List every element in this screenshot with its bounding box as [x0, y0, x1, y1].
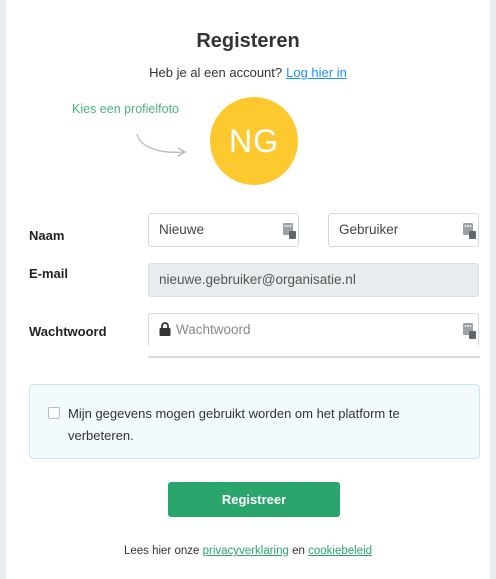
login-link[interactable]: Log hier in — [286, 65, 347, 80]
lock-icon — [159, 322, 171, 336]
login-prompt: Heb je al een account? Log hier in — [0, 65, 496, 80]
email-value: nieuwe.gebruiker@organisatie.nl — [159, 272, 356, 287]
page-title: Registeren — [196, 30, 300, 52]
password-manager-icon[interactable] — [463, 223, 476, 239]
last-name-field[interactable]: Gebruiker — [328, 213, 479, 247]
first-name-field[interactable]: Nieuwe — [148, 213, 299, 247]
last-name-value: Gebruiker — [339, 222, 399, 237]
footer-prefix: Lees hier onze — [123, 545, 200, 557]
name-label: Naam — [29, 228, 65, 243]
cookie-link[interactable]: cookiebeleid — [308, 545, 372, 557]
footer-legal: Lees hier onze privacyverklaring en cook… — [0, 545, 496, 557]
profile-photo-hint: Kies een profielfoto — [72, 102, 180, 116]
register-button[interactable]: Registreer — [168, 482, 340, 517]
password-placeholder: Wachtwoord — [176, 322, 251, 337]
password-label: Wachtwoord — [29, 324, 107, 339]
curved-arrow-icon — [136, 133, 187, 157]
email-field: nieuwe.gebruiker@organisatie.nl — [148, 263, 479, 297]
consent-text: Mijn gegevens mogen gebruikt worden om h… — [68, 406, 400, 443]
first-name-value: Nieuwe — [159, 222, 205, 237]
password-field[interactable]: Wachtwoord — [148, 313, 479, 347]
footer-conjunction: en — [292, 545, 305, 557]
password-manager-icon[interactable] — [463, 323, 476, 339]
email-label: E-mail — [29, 266, 69, 281]
consent-box: Mijn gegevens mogen gebruikt worden om h… — [29, 384, 480, 459]
privacy-link[interactable]: privacyverklaring — [203, 545, 289, 557]
avatar[interactable]: NG — [210, 97, 298, 185]
login-prompt-text: Heb je al een account? — [149, 65, 283, 80]
consent-checkbox[interactable] — [48, 407, 60, 419]
password-manager-icon[interactable] — [283, 223, 296, 239]
password-strength-bar — [148, 356, 480, 358]
